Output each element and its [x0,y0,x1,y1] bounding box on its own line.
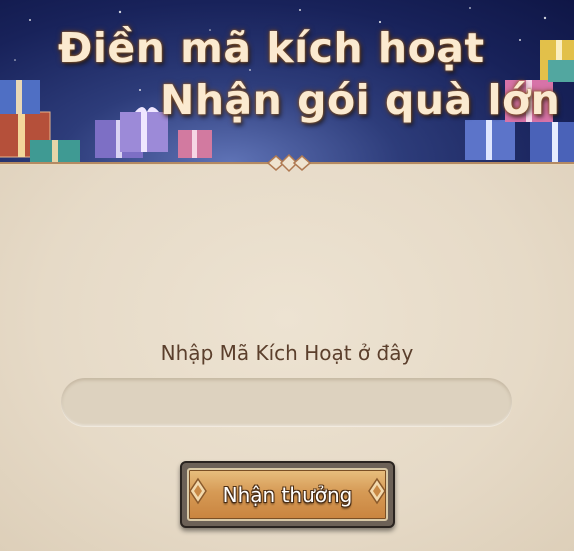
claim-reward-button[interactable]: Nhận thưởng [180,461,395,528]
banner-title-line-1: Điền mã kích hoạt [58,24,485,72]
activation-code-label: Nhập Mã Kích Hoạt ở đây [160,341,414,365]
activation-code-input[interactable] [61,378,512,426]
diamond-ornament-icon [0,153,574,173]
gift-box-icon [0,80,80,163]
promo-banner: Điền mã kích hoạt Nhận gói quà lớn [0,0,574,163]
claim-button-label: Nhận thưởng [222,482,353,507]
banner-title-line-2: Nhận gói quà lớn [160,76,561,124]
